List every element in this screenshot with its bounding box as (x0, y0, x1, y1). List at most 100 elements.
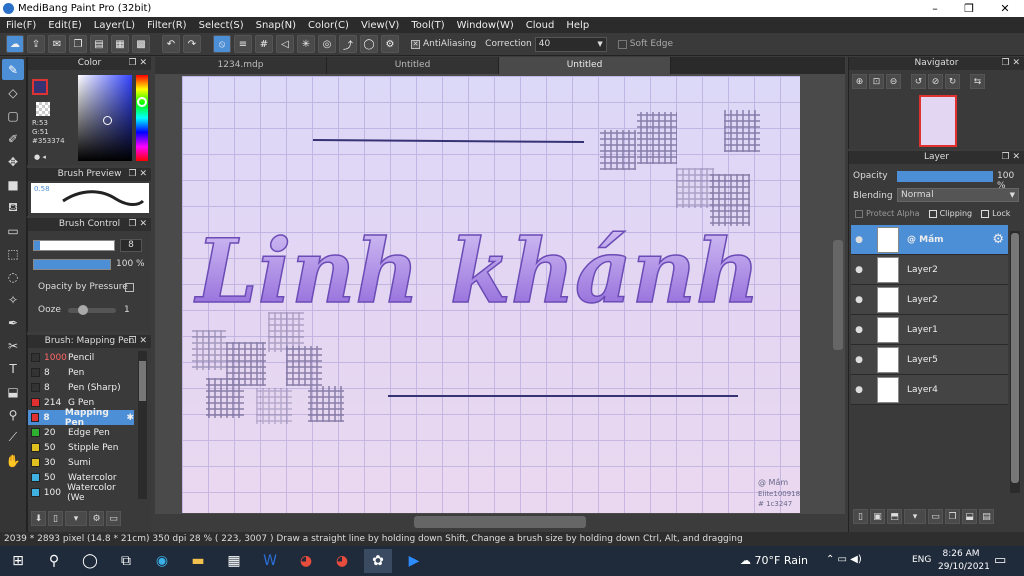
visibility-eye-icon[interactable]: ● (851, 235, 867, 245)
zoom-out-icon[interactable]: ⊖ (886, 74, 901, 89)
canvas-horizontal-scrollbar[interactable] (414, 516, 586, 528)
bucket-tool-icon[interactable]: ⛾ (2, 197, 24, 218)
soft-edge-checkbox[interactable] (617, 39, 627, 49)
page-icon[interactable]: ▤ (90, 35, 108, 53)
clock[interactable]: 8:26 AM 29/10/2021 (938, 548, 990, 574)
hue-slider-handle[interactable] (137, 97, 147, 107)
move-tool-icon[interactable]: ✥ (2, 151, 24, 172)
text-tool-icon[interactable]: T (2, 358, 24, 379)
menu-layer[interactable]: Layer(L) (88, 20, 141, 31)
gear-icon[interactable]: ✱ (126, 413, 134, 423)
layer-row[interactable]: ● Layer2 (851, 285, 1008, 315)
layer-menu-icon[interactable]: ▾ (904, 509, 926, 524)
gradient-tool-icon[interactable]: ▭ (2, 220, 24, 241)
ellipse-snap-icon[interactable]: ◯ (360, 35, 378, 53)
add-brush-icon[interactable]: ⬇ (31, 511, 46, 526)
layer-row[interactable]: ● Layer5 (851, 345, 1008, 375)
brush-list-item[interactable]: 100 Watercolor (We (28, 483, 134, 503)
brush-tool-icon[interactable]: ✎ (2, 59, 24, 80)
panel-close-icon[interactable]: ❐ ✕ (129, 335, 147, 348)
color-saturation-box[interactable] (78, 75, 132, 161)
gear-icon[interactable]: ⚙ (992, 232, 1004, 247)
weather-widget[interactable]: ☁ 70°F Rain (740, 554, 808, 567)
vanishing-snap-icon[interactable]: ◁ (276, 35, 294, 53)
chrome-alt-icon[interactable]: ◕ (328, 549, 356, 573)
navigator-thumbnail[interactable] (919, 95, 957, 147)
rotate-left-icon[interactable]: ↺ (911, 74, 926, 89)
tab-untitled-1[interactable]: Untitled (327, 57, 499, 74)
edge-icon[interactable]: ◉ (148, 549, 176, 573)
curve-snap-icon[interactable]: ⤴ (339, 35, 357, 53)
lasso-select-icon[interactable]: ◌ (2, 266, 24, 287)
new-layer-icon[interactable]: ▯ (853, 509, 868, 524)
maximize-button[interactable]: ❐ (952, 0, 986, 17)
medibang-taskbar-icon[interactable]: ✿ (364, 549, 392, 573)
menu-tool[interactable]: Tool(T) (405, 20, 450, 31)
layer-row[interactable]: ● @ Mầm ⚙ (851, 225, 1008, 255)
comment-icon[interactable]: ✉ (48, 35, 66, 53)
zoom-app-icon[interactable]: ▶ (400, 549, 428, 573)
color-picker-handle[interactable] (103, 116, 112, 125)
visibility-eye-icon[interactable]: ● (851, 265, 867, 275)
pages-icon[interactable]: ▦ (111, 35, 129, 53)
search-icon[interactable]: ⚲ (40, 549, 68, 573)
brush-size-slider[interactable] (33, 240, 115, 251)
grid-icon[interactable]: ▩ (132, 35, 150, 53)
new-brush-icon[interactable]: ▯ (48, 511, 63, 526)
magic-wand-icon[interactable]: ✧ (2, 289, 24, 310)
brush-settings-icon[interactable]: ⚙ (89, 511, 104, 526)
layer-list-scrollbar[interactable] (1010, 231, 1020, 493)
file-explorer-icon[interactable]: ▬ (184, 549, 212, 573)
canvas-paper[interactable]: Linh khánh @ Mầm Elite100918 # 1c3247 (182, 76, 800, 513)
menu-filter[interactable]: Filter(R) (141, 20, 193, 31)
panel-close-icon[interactable]: ❐ ✕ (1002, 151, 1020, 164)
protect-alpha-checkbox[interactable] (855, 209, 863, 218)
brush-list-item[interactable]: 8 Mapping Pen ✱ (28, 408, 134, 428)
folder-icon[interactable]: ▭ (106, 511, 121, 526)
select-tool-icon[interactable]: ⬚ (2, 243, 24, 264)
panel-close-icon[interactable]: ❐ ✕ (1002, 57, 1020, 70)
panel-close-icon[interactable]: ❐ ✕ (129, 57, 147, 70)
color-mode-buttons[interactable]: ● ◂ (34, 153, 74, 161)
select-eraser-icon[interactable]: ✂ (2, 335, 24, 356)
tab-untitled-2[interactable]: Untitled (499, 57, 671, 74)
new-8bit-layer-icon[interactable]: ⬒ (887, 509, 902, 524)
brush-list-item[interactable]: 1000 Pencil (28, 350, 134, 365)
brush-opacity-slider[interactable] (33, 259, 111, 270)
lasso-tool-icon[interactable]: ✐ (2, 128, 24, 149)
redo-icon[interactable]: ↷ (183, 35, 201, 53)
transparent-swatch[interactable] (36, 102, 50, 116)
lock-checkbox[interactable] (981, 209, 990, 218)
menu-help[interactable]: Help (560, 20, 595, 31)
minimize-button[interactable]: – (918, 0, 952, 17)
panel-close-icon[interactable]: ❐ ✕ (129, 168, 147, 181)
brush-list-item[interactable]: 8 Pen (Sharp) (28, 380, 134, 395)
hue-slider[interactable] (136, 75, 148, 161)
crisscross-snap-icon[interactable]: # (255, 35, 273, 53)
visibility-eye-icon[interactable]: ● (851, 385, 867, 395)
select-pen-icon[interactable]: ✒ (2, 312, 24, 333)
clipping-checkbox[interactable] (928, 209, 937, 218)
snap-settings-icon[interactable]: ⚙ (381, 35, 399, 53)
fill-shape-icon[interactable]: ■ (2, 174, 24, 195)
speech-icon[interactable]: ❐ (69, 35, 87, 53)
eraser-tool-icon[interactable]: ◇ (2, 82, 24, 103)
menu-window[interactable]: Window(W) (451, 20, 520, 31)
menu-select[interactable]: Select(S) (193, 20, 250, 31)
cortana-icon[interactable]: ◯ (76, 549, 104, 573)
primary-color-swatch[interactable] (32, 79, 48, 95)
blending-select[interactable]: Normal ▼ (897, 188, 1019, 202)
dot-tool-icon[interactable]: ▢ (2, 105, 24, 126)
new-halftone-layer-icon[interactable]: ▣ (870, 509, 885, 524)
windows-start-icon[interactable]: ⊞ (4, 549, 32, 573)
word-icon[interactable]: W (256, 549, 284, 573)
brush-menu-icon[interactable]: ▾ (65, 511, 87, 526)
ooze-slider[interactable] (68, 305, 116, 315)
task-view-icon[interactable]: ⧉ (112, 549, 140, 573)
visibility-eye-icon[interactable]: ● (851, 295, 867, 305)
brush-list-item[interactable]: 30 Sumi (28, 455, 134, 470)
hand-tool-icon[interactable]: ✋ (2, 450, 24, 471)
menu-edit[interactable]: Edit(E) (42, 20, 88, 31)
opacity-by-pressure-checkbox[interactable] (125, 283, 134, 292)
antialiasing-checkbox[interactable]: ✕ (411, 39, 420, 49)
